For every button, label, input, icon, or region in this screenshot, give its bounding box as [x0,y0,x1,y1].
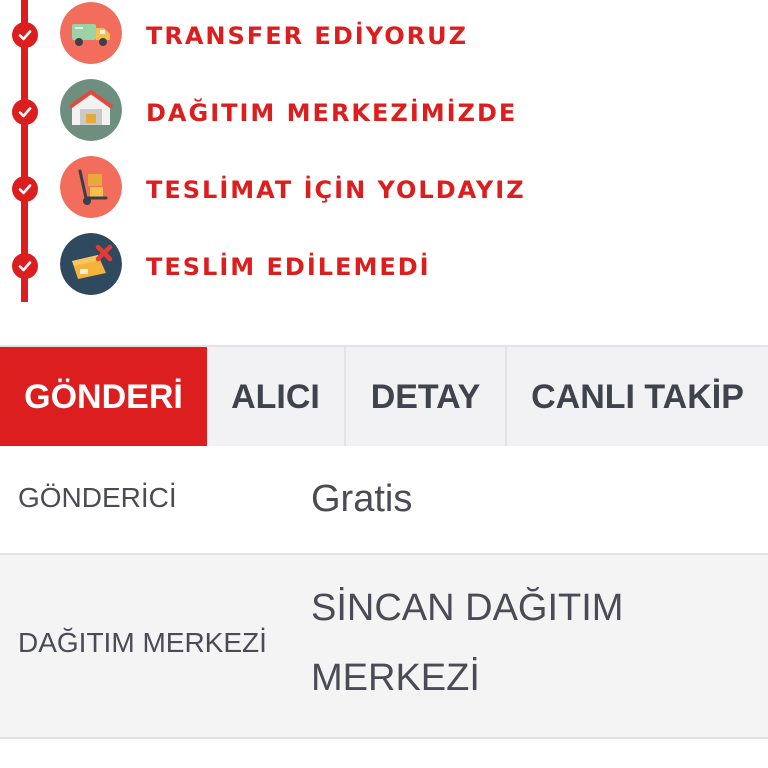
hand-truck-icon [60,156,122,218]
shipment-timeline: TRANSFER EDİYORUZ DAĞITIM MERKEZİMİZDE T… [0,0,768,302]
detail-value: SİNCAN DAĞITIM MERKEZİ [311,587,624,699]
timeline-step-label: TESLİMAT İÇİN YOLDAYIZ [146,176,526,204]
failed-package-icon [60,233,122,295]
detail-value: Gratis [311,478,413,520]
tab-alici[interactable]: ALICI [207,347,346,448]
timeline-step-label: TRANSFER EDİYORUZ [146,22,468,50]
tab-detay[interactable]: DETAY [346,347,507,448]
timeline-step-transfer: TRANSFER EDİYORUZ [0,2,768,68]
timeline-step-label: TESLİM EDİLEMEDİ [146,253,431,281]
timeline-step-not-delivered: TESLİM EDİLEMEDİ [0,233,768,299]
timeline-step-label: DAĞITIM MERKEZİMİZDE [146,99,518,127]
warehouse-icon [60,79,122,141]
shipment-tabs: GÖNDERİ ALICI DETAY CANLI TAKİP [0,345,768,464]
check-icon [12,253,38,279]
tab-canli-takip[interactable]: CANLI TAKİP [507,347,768,448]
delivery-truck-icon [60,2,122,64]
check-icon [12,22,38,48]
timeline-step-distribution-center: DAĞITIM MERKEZİMİZDE [0,79,768,145]
detail-row-distribution-center: DAĞITIM MERKEZİ SİNCAN DAĞITIM MERKEZİ [0,555,768,739]
detail-label: GÖNDERİCİ [18,482,177,513]
check-icon [12,99,38,125]
tab-gonderi[interactable]: GÖNDERİ [0,347,207,464]
check-icon [12,176,38,202]
detail-label: DAĞITIM MERKEZİ [18,627,267,658]
timeline-step-out-for-delivery: TESLİMAT İÇİN YOLDAYIZ [0,156,768,222]
detail-row-sender: GÖNDERİCİ Gratis [0,446,768,555]
